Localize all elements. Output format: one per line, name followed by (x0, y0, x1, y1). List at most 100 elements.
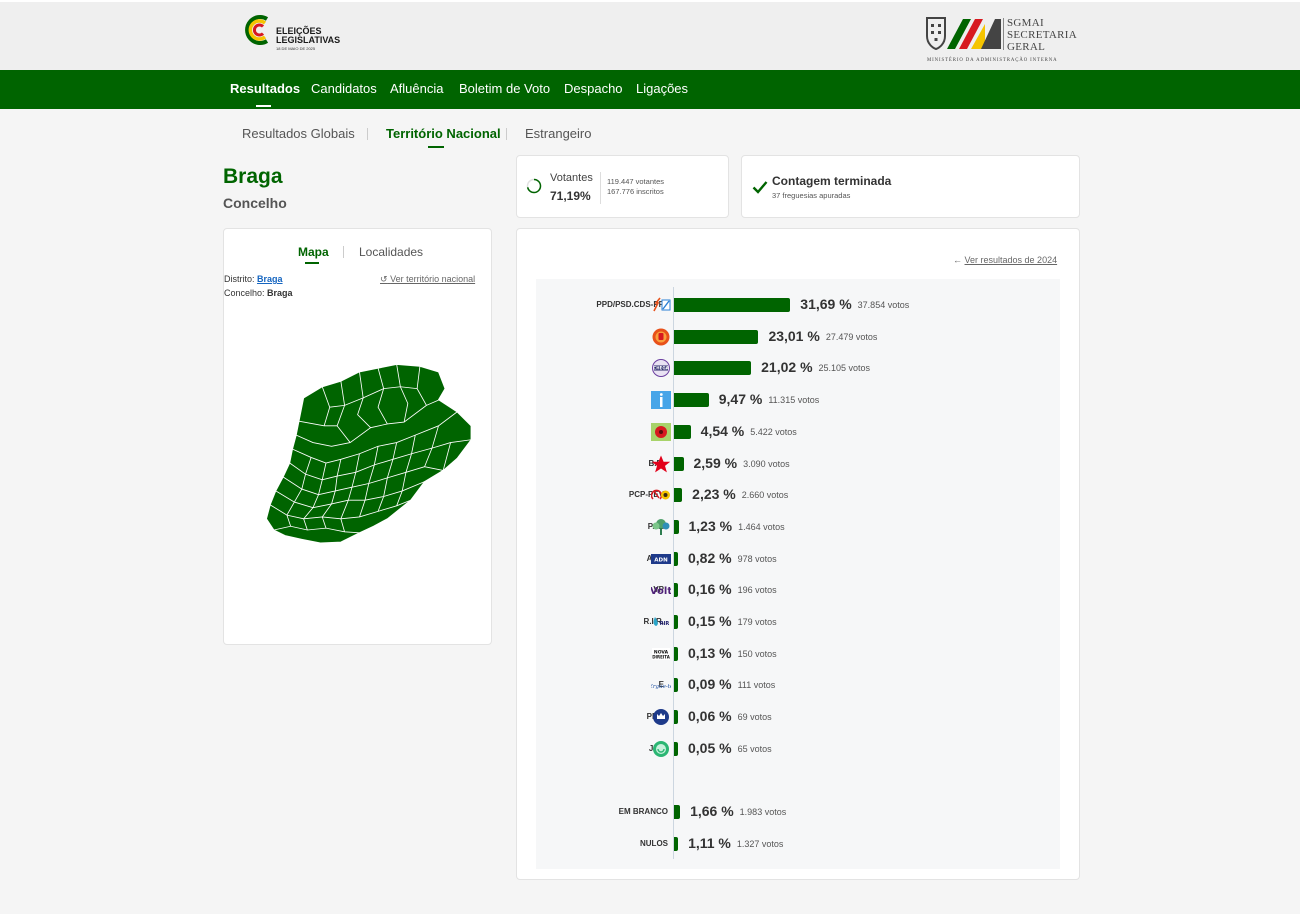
logo-date: 18 DE MAIO DE 2025 (276, 46, 316, 51)
party-row[interactable]: ADNADN0,82 %978 votos (517, 549, 1077, 571)
result-bar (674, 805, 681, 819)
page-subtitle: Concelho (223, 195, 287, 211)
party-row[interactable]: L4,54 %5.422 votos (517, 422, 1077, 444)
ps-fist-icon (651, 328, 671, 346)
result-percentage: 0,09 % (688, 676, 732, 693)
sgmai-emblem-icon (926, 17, 1004, 51)
result-bar (674, 678, 678, 693)
pan-tree-icon (651, 518, 671, 536)
result-percentage: 0,82 % (688, 549, 732, 566)
extra-row[interactable]: EM BRANCO 1,66 % 1.983 votos (517, 802, 1077, 824)
undo-icon: ↺ (380, 274, 388, 284)
result-votes: 27.479 votos (825, 331, 878, 342)
ppm-crown-icon (651, 708, 671, 726)
rir-drop-icon: RIR (651, 613, 671, 631)
subtab-resultados-globais[interactable]: Resultados Globais (242, 126, 355, 141)
result-bar (674, 329, 759, 344)
result-bar (674, 741, 678, 756)
result-votes: 179 votos (737, 617, 777, 627)
sg-title-line2: SECRETARIA (1007, 29, 1077, 41)
nav-candidatos[interactable]: Candidatos (311, 81, 377, 96)
concelho-value: Braga (267, 288, 293, 298)
party-row[interactable]: B.E.2,59 %3.090 votos (517, 454, 1077, 476)
ver-territorio-nacional-link[interactable]: ↺ Ver território nacional (380, 274, 475, 285)
party-name: NULOS (640, 839, 668, 848)
concelho-line: Concelho: Braga (224, 288, 293, 298)
extra-row[interactable]: NULOS 1,11 % 1.327 votos (517, 834, 1077, 856)
result-bar (674, 837, 679, 851)
ver-territorio-label: Ver território nacional (390, 274, 476, 284)
result-votes: 3.090 votos (743, 458, 790, 469)
result-percentage: 2,23 % (692, 486, 736, 503)
result-votes: 11.315 votos (768, 395, 820, 406)
svg-text:ADN: ADN (654, 557, 668, 563)
distrito-label: Distrito: (224, 274, 255, 284)
result-bar (674, 298, 791, 312)
nav-boletim-de-voto[interactable]: Boletim de Voto (459, 81, 550, 96)
nova-direita-icon: NOVA DIREITA (651, 645, 671, 663)
subtab-estrangeiro[interactable]: Estrangeiro (525, 126, 591, 141)
map-tab-indicator (305, 262, 319, 264)
party-row[interactable]: IL9,47 %11.315 votos (517, 390, 1077, 412)
party-row[interactable]: PAN1,23 %1.464 votos (517, 517, 1077, 539)
result-bar (674, 456, 684, 471)
result-votes: 111 votos (737, 680, 776, 691)
checkmark-icon (752, 181, 768, 194)
contagem-title: Contagem terminada (772, 174, 892, 188)
result-votes: 5.422 votos (750, 426, 797, 437)
party-row[interactable]: EErgue-te0,09 %111 votos (517, 675, 1077, 697)
sg-title-line3: GERAL (1007, 41, 1046, 53)
eleicoes-logo[interactable]: ELEIÇÕES LEGISLATIVAS 18 DE MAIO DE 2025 (243, 14, 353, 62)
sg-ministry: MINISTÉRIO DA ADMINISTRAÇÃO INTERNA (927, 58, 1058, 63)
concelho-map[interactable] (246, 357, 476, 557)
result-votes: 37.854 votos (857, 300, 910, 310)
volt-text-icon: Volt (650, 581, 672, 599)
results-panel: ← Ver resultados de 2024 PPD/PSD.CDS-PP 3… (516, 228, 1080, 880)
nav-resultados[interactable]: Resultados (230, 81, 300, 96)
result-bar (674, 361, 752, 376)
tab-localidades[interactable]: Localidades (359, 245, 423, 259)
jpp-circle-icon (651, 740, 671, 758)
nav-despacho[interactable]: Despacho (564, 81, 623, 96)
subtab-territorio-nacional[interactable]: Território Nacional (386, 126, 501, 141)
nav-afluencia[interactable]: Afluência (390, 81, 443, 96)
map-panel: Mapa Localidades Distrito: Braga Concelh… (223, 228, 492, 645)
ver-resultados-2024-link[interactable]: ← Ver resultados de 2024 (953, 255, 1057, 265)
votantes-label: Votantes (550, 172, 593, 184)
result-votes: 150 votos (737, 648, 777, 659)
distrito-link[interactable]: Braga (257, 274, 283, 284)
nav-ligacoes[interactable]: Ligações (636, 81, 688, 96)
party-row[interactable]: PPD/PSD.CDS-PP 31,69 % 37.854 votos (517, 295, 1077, 317)
party-row[interactable]: NDNOVADIREITA0,13 %150 votos (517, 644, 1077, 666)
result-votes: 1.464 votos (738, 521, 785, 532)
party-row[interactable]: PCP-PEV 2,23 % 2.660 votos (517, 485, 1077, 507)
sgmai-logo[interactable]: SGMAI SECRETARIA GERAL MINISTÉRIO DA ADM… (925, 16, 1085, 66)
eleicoes-ring-icon (245, 15, 269, 45)
contagem-sub: 37 freguesias apuradas (772, 191, 851, 200)
result-votes: 1.983 votos (739, 807, 787, 817)
result-votes: 69 votos (737, 712, 772, 723)
livre-flower-icon (651, 422, 671, 441)
result-bar (674, 710, 678, 725)
result-bar (674, 551, 678, 566)
result-percentage: 23,01 % (768, 327, 820, 344)
result-percentage: 1,23 % (688, 517, 733, 534)
tab-mapa[interactable]: Mapa (298, 245, 329, 259)
party-row[interactable]: JPP0,05 %65 votos (517, 739, 1077, 761)
party-row[interactable]: PPM0,06 %69 votos (517, 707, 1077, 729)
svg-text:CHEGA: CHEGA (653, 366, 669, 371)
adn-flag-icon: ADN (651, 550, 671, 568)
result-votes: 25.105 votos (818, 363, 871, 374)
result-bar (674, 488, 683, 503)
party-row[interactable]: PS23,01 %27.479 votos (517, 327, 1077, 349)
concelho-label: Concelho: (224, 288, 265, 298)
party-row[interactable]: R.I.R.RIR0,15 %179 votos (517, 612, 1077, 634)
party-row[interactable]: VP Volt 0,16 % 196 votos (517, 580, 1077, 602)
contagem-card: Contagem terminada 37 freguesias apurada… (741, 155, 1080, 218)
logo-title-line2: LEGISLATIVAS (276, 35, 341, 45)
chega-badge-icon: CHEGA (651, 359, 671, 378)
result-votes: 65 votos (737, 743, 772, 754)
party-row[interactable]: CHCHEGA21,02 %25.105 votos (517, 358, 1077, 380)
svg-text:RIR: RIR (660, 621, 670, 627)
subtab-divider (367, 128, 368, 140)
